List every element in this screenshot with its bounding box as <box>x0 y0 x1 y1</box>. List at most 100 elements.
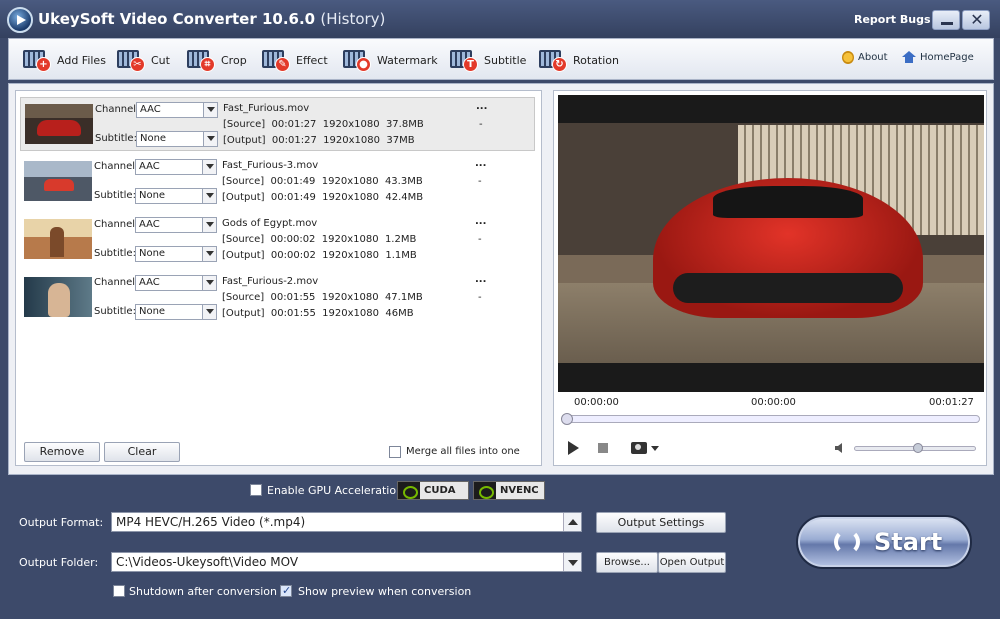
minimize-button[interactable] <box>932 10 960 30</box>
subtitle-label: Subtitle: <box>94 190 136 201</box>
subtitle-label: Subtitle: <box>94 248 136 259</box>
about-label: About <box>858 52 888 63</box>
more-options-button[interactable]: ... <box>475 216 486 227</box>
cut-button[interactable]: ✂ Cut <box>117 47 170 73</box>
subtitle-label: Subtitle: <box>94 306 136 317</box>
subtitle-value: None <box>140 133 167 144</box>
homepage-label: HomePage <box>920 51 974 63</box>
add-files-label: Add Files <box>57 53 106 67</box>
stop-icon[interactable] <box>598 443 608 453</box>
file-list[interactable]: Channel: AAC Subtitle: None Fast_Furious… <box>15 90 542 466</box>
close-button[interactable]: ✕ <box>962 10 990 30</box>
seek-handle[interactable] <box>561 413 573 425</box>
channel-select[interactable]: AAC <box>135 275 217 291</box>
file-item[interactable]: Channel: AAC Subtitle: None Fast_Furious… <box>20 271 535 325</box>
start-button[interactable]: Start <box>796 515 972 569</box>
chevron-down-icon[interactable] <box>651 446 659 451</box>
close-icon: ✕ <box>970 10 984 29</box>
volume-slider[interactable] <box>854 443 976 453</box>
merge-checkbox[interactable] <box>389 446 401 458</box>
convert-icon <box>834 529 860 555</box>
current-time: 00:00:00 <box>574 397 619 408</box>
start-label: Start <box>874 528 943 556</box>
output-format-select[interactable]: MP4 HEVC/H.265 Video (*.mp4) <box>111 512 582 532</box>
file-name: Fast_Furious.mov <box>223 103 310 114</box>
output-settings-button[interactable]: Output Settings <box>596 512 726 533</box>
camera-icon[interactable] <box>631 442 647 454</box>
effect-icon: ✎ <box>262 48 292 72</box>
report-bugs-link[interactable]: Report Bugs <box>854 13 931 26</box>
subtitle-select[interactable]: None <box>135 188 217 204</box>
subtitle-button[interactable]: T Subtitle <box>450 47 526 73</box>
status-dash: - <box>479 119 483 130</box>
play-icon[interactable] <box>568 441 579 455</box>
effect-button[interactable]: ✎ Effect <box>262 47 328 73</box>
channel-label: Channel: <box>94 161 139 172</box>
more-options-button[interactable]: ... <box>475 158 486 169</box>
source-info: [Source] 00:00:02 1920x1080 1.2MB <box>222 234 417 245</box>
nvenc-badge: NVENC <box>473 481 545 500</box>
effect-label: Effect <box>296 53 328 67</box>
channel-select[interactable]: AAC <box>136 102 218 118</box>
rotation-button[interactable]: ↻ Rotation <box>539 47 619 73</box>
rotation-icon: ↻ <box>539 48 569 72</box>
file-name: Gods of Egypt.mov <box>222 218 318 229</box>
chevron-down-icon <box>202 305 216 319</box>
subtitle-label: Subtitle: <box>95 133 137 144</box>
merge-label: Merge all files into one <box>406 446 520 457</box>
browse-button[interactable]: Browse... <box>596 552 658 573</box>
crop-button[interactable]: ⌗ Crop <box>187 47 247 73</box>
list-footer: Remove Clear Merge all files into one <box>22 442 537 464</box>
more-options-button[interactable]: ... <box>475 274 486 285</box>
remove-button[interactable]: Remove <box>24 442 100 462</box>
output-info: [Output] 00:01:27 1920x1080 37MB <box>223 135 415 146</box>
watermark-label: Watermark <box>377 53 438 67</box>
about-link[interactable]: About <box>842 51 888 64</box>
chevron-up-icon[interactable] <box>563 513 581 531</box>
title-bar: UkeySoft Video Converter 10.6.0 (History… <box>0 0 1000 38</box>
gpu-label: Enable GPU Acceleration <box>267 484 404 497</box>
channel-label: Channel: <box>95 104 140 115</box>
file-item[interactable]: Channel: AAC Subtitle: None Fast_Furious… <box>20 155 535 209</box>
channel-select[interactable]: AAC <box>135 217 217 233</box>
subtitle-select[interactable]: None <box>135 246 217 262</box>
crop-icon: ⌗ <box>187 48 217 72</box>
gpu-checkbox[interactable] <box>250 484 262 496</box>
show-preview-label: Show preview when conversion <box>298 585 472 598</box>
video-thumbnail <box>24 219 92 259</box>
home-icon <box>902 51 916 63</box>
chevron-down-icon[interactable] <box>563 553 581 571</box>
crop-label: Crop <box>221 53 247 67</box>
show-preview-checkbox[interactable] <box>280 584 292 597</box>
add-files-button[interactable]: + Add Files <box>23 47 106 73</box>
volume-handle[interactable] <box>913 443 923 453</box>
preview-panel: 00:00:00 00:00:00 00:01:27 <box>553 90 987 466</box>
video-thumbnail <box>25 104 93 144</box>
channel-label: Channel: <box>94 219 139 230</box>
subtitle-select[interactable]: None <box>135 304 217 320</box>
open-output-button[interactable]: Open Output <box>658 552 726 573</box>
seek-bar[interactable] <box>561 413 980 425</box>
channel-value: AAC <box>139 219 160 230</box>
file-name: Fast_Furious-3.mov <box>222 160 319 171</box>
shutdown-checkbox[interactable] <box>113 585 125 597</box>
homepage-link[interactable]: HomePage <box>902 51 974 63</box>
watermark-button[interactable]: ● Watermark <box>343 47 438 73</box>
volume-icon[interactable] <box>835 442 847 454</box>
output-folder-input[interactable]: C:\Videos-Ukeysoft\Video MOV <box>111 552 582 572</box>
chevron-down-icon <box>202 160 216 174</box>
app-logo-icon <box>7 7 33 33</box>
channel-select[interactable]: AAC <box>135 159 217 175</box>
cut-label: Cut <box>151 53 170 67</box>
video-thumbnail <box>24 161 92 201</box>
more-options-button[interactable]: ... <box>476 101 487 112</box>
status-dash: - <box>478 292 482 303</box>
subtitle-select[interactable]: None <box>136 131 218 147</box>
file-item[interactable]: Channel: AAC Subtitle: None Fast_Furious… <box>20 97 535 151</box>
output-info: [Output] 00:01:49 1920x1080 42.4MB <box>222 192 424 203</box>
video-preview[interactable] <box>558 95 984 392</box>
clear-button[interactable]: Clear <box>104 442 180 462</box>
chevron-down-icon <box>202 218 216 232</box>
file-item[interactable]: Channel: AAC Subtitle: None Gods of Egyp… <box>20 213 535 267</box>
app-name: UkeySoft Video Converter 10.6.0 <box>38 10 316 28</box>
